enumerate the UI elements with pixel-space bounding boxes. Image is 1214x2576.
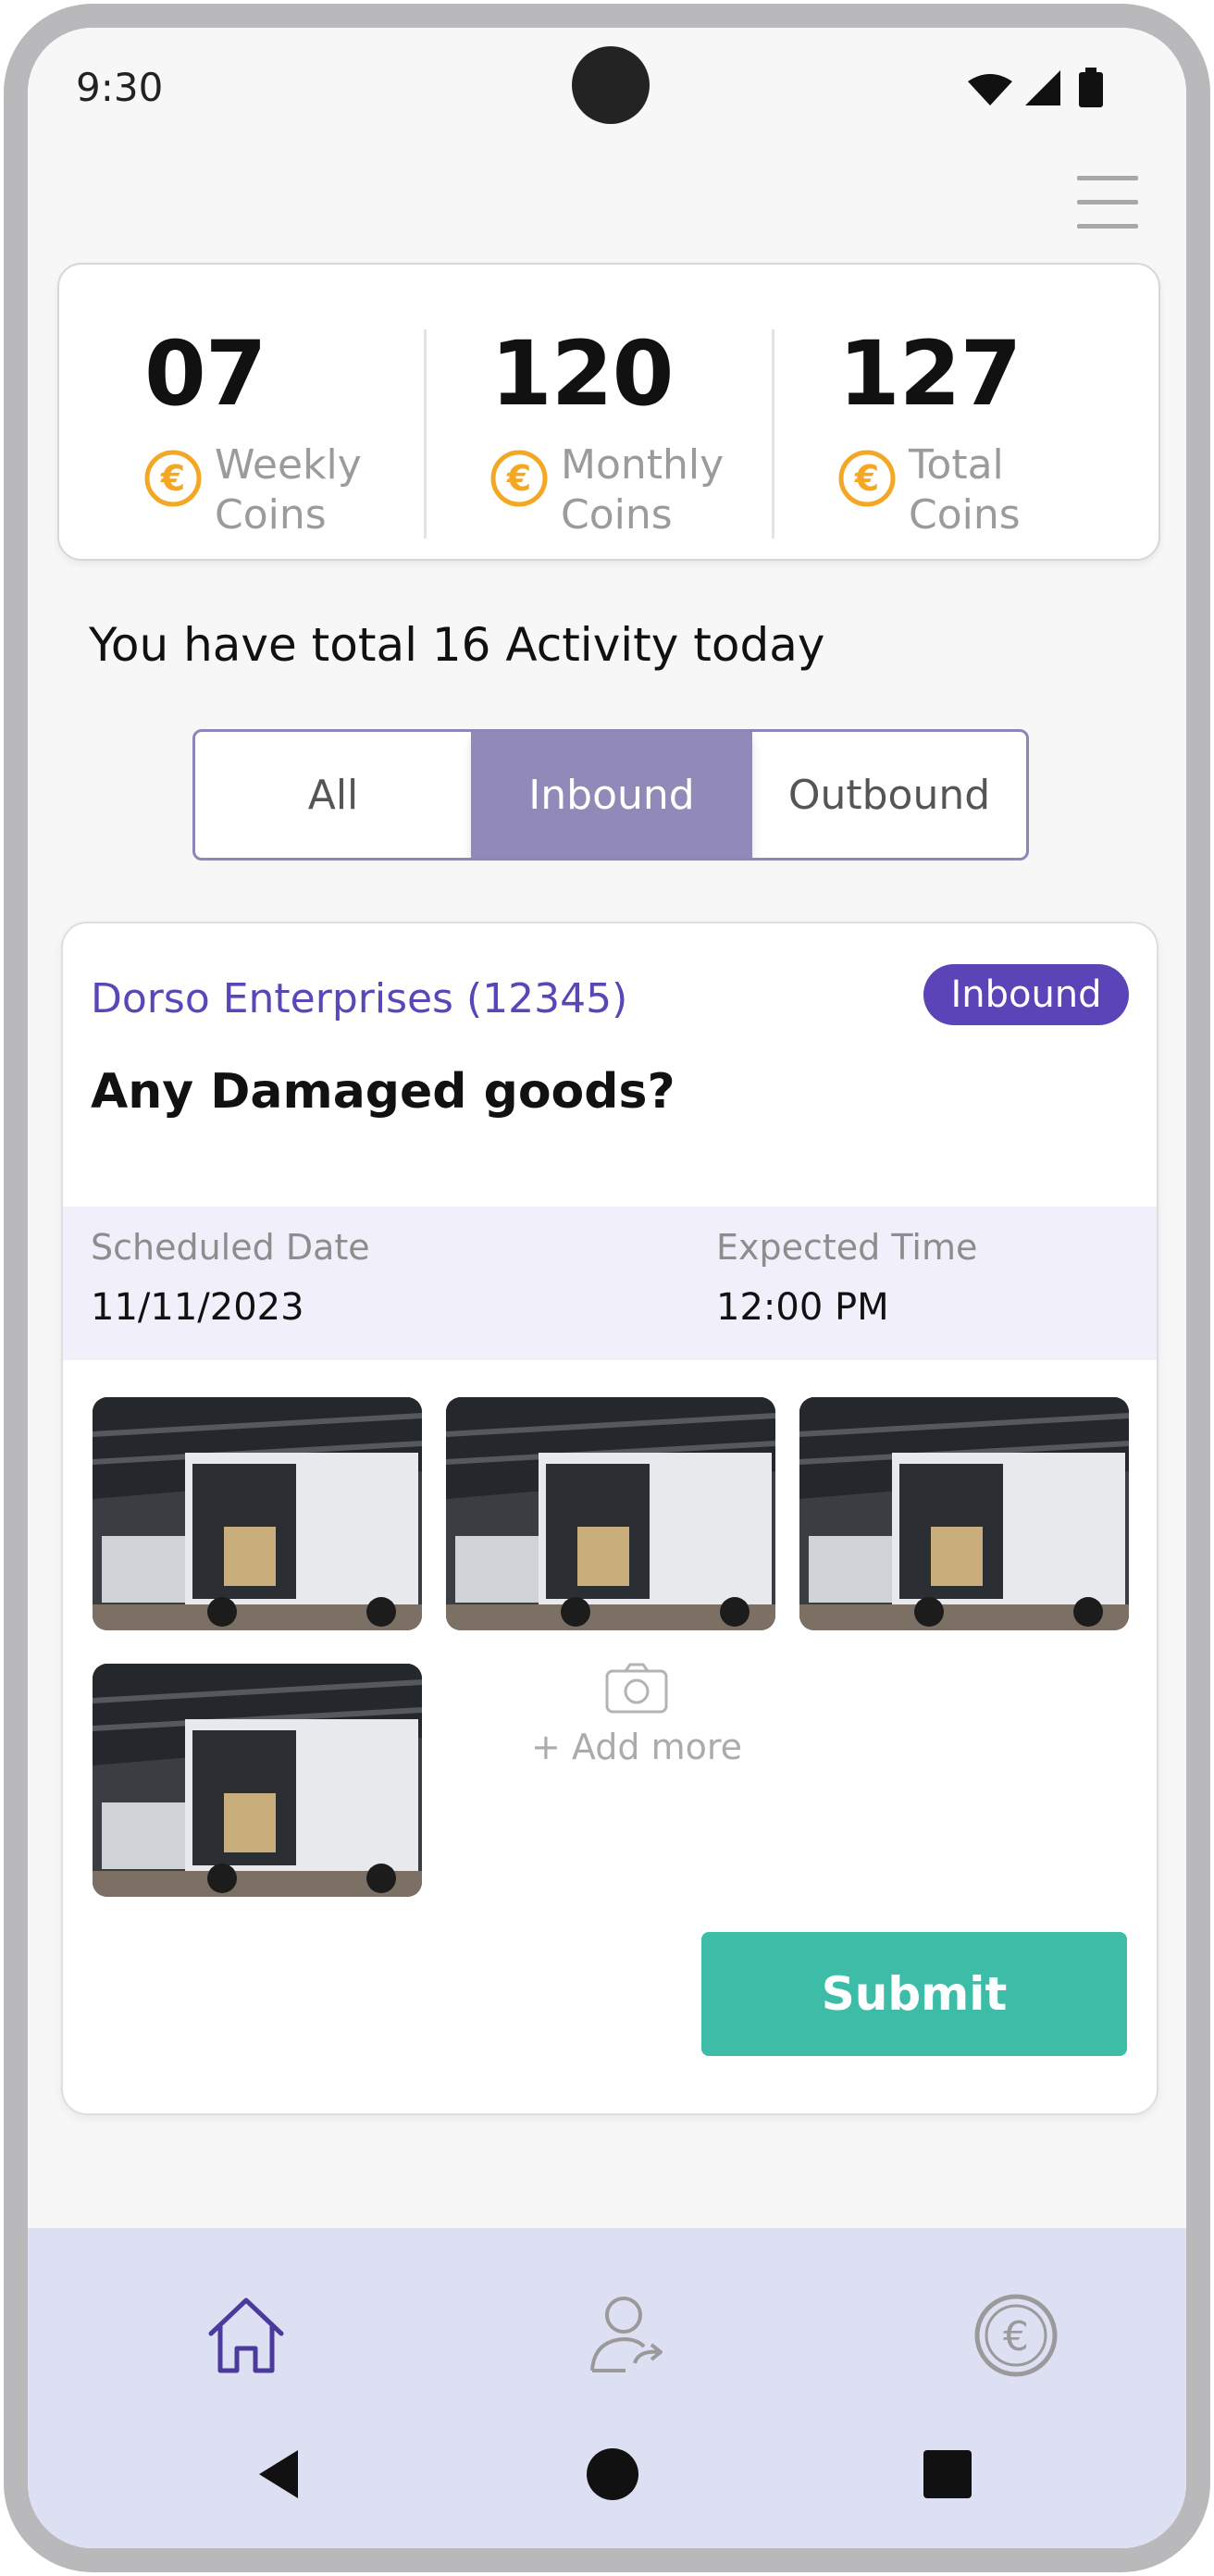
tab-all[interactable]: All — [195, 732, 471, 858]
activity-question: Any Damaged goods? — [91, 1064, 675, 1120]
svg-text:€: € — [160, 458, 185, 499]
signal-icon — [1025, 70, 1060, 105]
photo-thumbnail[interactable] — [799, 1397, 1129, 1630]
home-circle-icon[interactable] — [583, 2445, 642, 2504]
add-more-photos[interactable]: + Add more — [489, 1662, 785, 1847]
monthly-coins-label: Monthly Coins — [561, 441, 725, 539]
weekly-coins-value: 07 — [144, 322, 267, 426]
status-time: 9:30 — [76, 65, 164, 110]
status-badge: Inbound — [923, 964, 1129, 1025]
submit-button[interactable]: Submit — [701, 1932, 1127, 2056]
euro-coin-icon: € — [144, 450, 202, 507]
front-camera — [572, 46, 650, 124]
euro-coin-icon: € — [490, 450, 548, 507]
photo-thumbnail[interactable] — [93, 1397, 422, 1630]
coins-card: 07 € Weekly Coins 120 € Monthly Coins 12… — [57, 263, 1160, 561]
activity-card: Dorso Enterprises (12345) Inbound Any Da… — [61, 922, 1158, 2115]
svg-text:€: € — [1003, 2313, 1029, 2360]
schedule-info: Scheduled Date 11/11/2023 Expected Time … — [63, 1207, 1157, 1360]
scheduled-date-value: 11/11/2023 — [91, 1286, 304, 1329]
total-coins-value: 127 — [838, 322, 1022, 426]
scheduled-date-label: Scheduled Date — [91, 1227, 370, 1268]
menu-icon[interactable] — [1077, 176, 1138, 231]
euro-coin-icon: € — [838, 450, 896, 507]
total-coins-label: Total Coins — [909, 441, 1021, 539]
battery-icon — [1079, 72, 1103, 107]
user-transfer-icon[interactable] — [581, 2289, 674, 2382]
expected-time-value: 12:00 PM — [716, 1286, 889, 1329]
activity-filter-tabs: All Inbound Outbound — [192, 729, 1029, 861]
weekly-coins-label: Weekly Coins — [215, 441, 362, 539]
bottom-navigation: € — [28, 2228, 1186, 2548]
camera-icon — [605, 1663, 668, 1714]
weekly-coins: 07 € Weekly Coins — [59, 265, 407, 559]
wifi-icon — [968, 74, 1012, 105]
svg-text:€: € — [854, 458, 879, 499]
monthly-coins: 120 € Monthly Coins — [407, 265, 755, 559]
add-more-label: + Add more — [531, 1727, 742, 1767]
status-icons — [968, 68, 1103, 107]
back-icon[interactable] — [250, 2445, 309, 2504]
activity-summary: You have total 16 Activity today — [89, 618, 825, 672]
company-name[interactable]: Dorso Enterprises (12345) — [91, 975, 627, 1022]
phone-frame: 9:30 07 € Weekly Coins 120 € Monthly Coi… — [4, 4, 1210, 2572]
recents-icon[interactable] — [918, 2445, 977, 2504]
page: 9:30 07 € Weekly Coins 120 € Monthly Coi… — [0, 0, 1214, 2576]
svg-text:€: € — [506, 458, 531, 499]
screen: 9:30 07 € Weekly Coins 120 € Monthly Coi… — [28, 28, 1186, 2548]
monthly-coins-value: 120 — [490, 322, 674, 426]
tab-inbound[interactable]: Inbound — [471, 732, 752, 858]
tab-outbound[interactable]: Outbound — [752, 732, 1026, 858]
photo-thumbnail[interactable] — [446, 1397, 775, 1630]
photo-thumbnail[interactable] — [93, 1664, 422, 1897]
expected-time-label: Expected Time — [716, 1227, 978, 1268]
total-coins: 127 € Total Coins — [755, 265, 1103, 559]
home-icon[interactable] — [200, 2289, 292, 2382]
euro-circle-icon[interactable]: € — [970, 2289, 1062, 2382]
